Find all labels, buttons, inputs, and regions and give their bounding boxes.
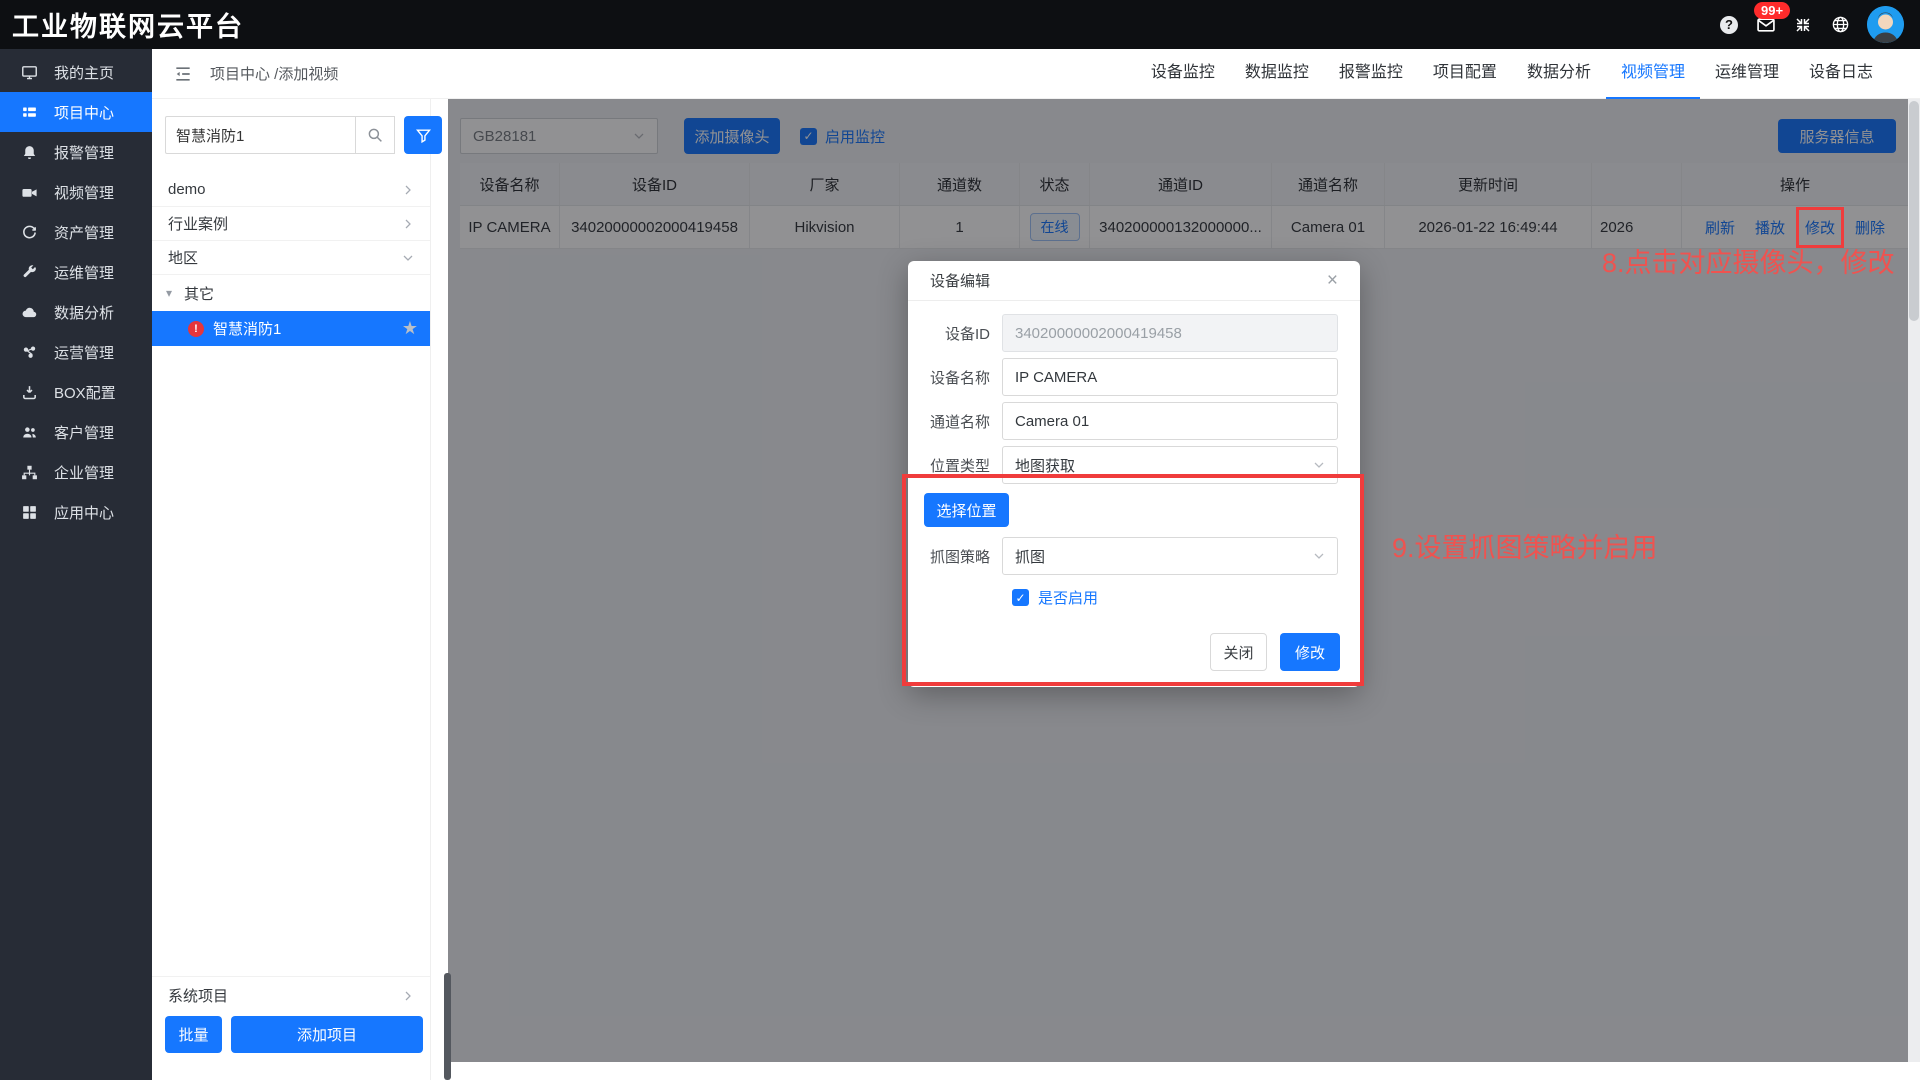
chevron-down-icon — [1313, 550, 1325, 562]
device-name-label: 设备名称 — [930, 367, 1002, 388]
th-large-icon — [21, 504, 38, 521]
bell-icon — [21, 144, 38, 161]
cloud-icon — [21, 304, 38, 321]
chevron-right-icon — [402, 218, 414, 230]
close-icon[interactable]: × — [1327, 270, 1338, 292]
app-title: 工业物联网云平台 — [12, 5, 244, 44]
channel-name-label: 通道名称 — [930, 411, 1002, 432]
users-icon — [21, 424, 38, 441]
enable-checkbox-row[interactable]: ✓ 是否启用 — [1012, 587, 1360, 608]
project-tree-panel: demo 行业案例 地区 ▾ 其它 ! 智慧消防1 ★ 系统项目 批量 添加项目 — [152, 99, 431, 1080]
annotation-step8: 8.点击对应摄像头，修改 — [1602, 241, 1895, 280]
modal-title: 设备编辑 — [930, 270, 990, 291]
location-type-label: 位置类型 — [930, 455, 1002, 476]
list-grid-icon — [21, 104, 38, 121]
nav-data-monitor[interactable]: 数据监控 — [1230, 49, 1324, 99]
nav-alarm-monitor[interactable]: 报警监控 — [1324, 49, 1418, 99]
chevron-right-icon — [402, 184, 414, 196]
message-count-badge: 99+ — [1754, 2, 1790, 19]
tree-item-demo[interactable]: demo — [152, 173, 430, 207]
annotation-step9: 9.设置抓图策略并启用 — [1392, 526, 1658, 565]
sidebar-item-operations[interactable]: 运营管理 — [0, 332, 152, 372]
project-search-input[interactable] — [165, 116, 355, 154]
nav-maintenance[interactable]: 运维管理 — [1700, 49, 1794, 99]
sitemap-icon — [21, 464, 38, 481]
sidebar-item-enterprise[interactable]: 企业管理 — [0, 452, 152, 492]
sidebar-item-home[interactable]: 我的主页 — [0, 52, 152, 92]
content-scrollbar-thumb[interactable] — [1909, 101, 1919, 321]
search-button[interactable] — [355, 116, 395, 154]
main-sidebar: 我的主页 项目中心 报警管理 视频管理 资产管理 运维管理 数据分析 运营管理 … — [0, 49, 152, 1080]
nav-video-management[interactable]: 视频管理 — [1606, 49, 1700, 99]
tree-item-selected-project[interactable]: ! 智慧消防1 ★ — [152, 311, 430, 346]
nav-project-config[interactable]: 项目配置 — [1418, 49, 1512, 99]
device-id-field — [1002, 314, 1338, 352]
share-nodes-icon — [21, 344, 38, 361]
device-id-label: 设备ID — [930, 323, 1002, 344]
video-camera-icon — [21, 184, 38, 201]
top-nav-menu: 设备监控 数据监控 报警监控 项目配置 数据分析 视频管理 运维管理 设备日志 — [1136, 49, 1888, 99]
funnel-icon — [415, 127, 432, 144]
search-icon — [366, 126, 384, 144]
sidebar-item-data-analysis[interactable]: 数据分析 — [0, 292, 152, 332]
system-projects-row[interactable]: 系统项目 — [152, 976, 430, 1014]
chevron-right-icon — [402, 990, 414, 1002]
capture-strategy-select[interactable]: 抓图 — [1002, 537, 1338, 575]
checkbox-checked-icon[interactable]: ✓ — [1012, 589, 1029, 606]
breadcrumb: 项目中心 /添加视频 — [210, 63, 338, 84]
caret-down-icon: ▾ — [166, 286, 172, 300]
project-tree: demo 行业案例 地区 ▾ 其它 ! 智慧消防1 ★ — [152, 173, 430, 346]
workspace-navbar: 项目中心 /添加视频 设备监控 数据监控 报警监控 项目配置 数据分析 视频管理… — [152, 49, 1920, 99]
chevron-down-icon — [1313, 459, 1325, 471]
language-globe-icon[interactable] — [1830, 15, 1850, 35]
download-icon — [21, 384, 38, 401]
header-actions: ? 99+ — [1719, 0, 1904, 49]
capture-strategy-label: 抓图策略 — [930, 546, 1002, 567]
nav-data-analysis[interactable]: 数据分析 — [1512, 49, 1606, 99]
exit-fullscreen-icon[interactable] — [1793, 15, 1813, 35]
favorite-star-icon[interactable]: ★ — [402, 318, 418, 339]
device-name-field[interactable] — [1002, 358, 1338, 396]
chevron-down-icon — [402, 252, 414, 264]
nav-device-log[interactable]: 设备日志 — [1794, 49, 1888, 99]
sidebar-item-assets[interactable]: 资产管理 — [0, 212, 152, 252]
sidebar-item-project-center[interactable]: 项目中心 — [0, 92, 152, 132]
batch-button[interactable]: 批量 — [165, 1016, 222, 1053]
tree-item-industry-cases[interactable]: 行业案例 — [152, 207, 430, 241]
modify-link[interactable]: 修改 — [1805, 217, 1835, 238]
modify-button[interactable]: 修改 — [1280, 633, 1340, 671]
help-icon[interactable]: ? — [1719, 15, 1739, 35]
collapse-menu-icon[interactable] — [173, 64, 193, 84]
user-avatar[interactable] — [1867, 6, 1904, 43]
wrench-icon — [21, 264, 38, 281]
close-button[interactable]: 关闭 — [1210, 633, 1267, 671]
alert-dot-icon: ! — [188, 321, 204, 337]
location-type-select[interactable]: 地图获取 — [1002, 446, 1338, 484]
select-location-button[interactable]: 选择位置 — [924, 493, 1009, 527]
top-header-bar: 工业物联网云平台 ? 99+ — [0, 0, 1920, 49]
monitor-icon — [21, 64, 38, 81]
sidebar-item-app-center[interactable]: 应用中心 — [0, 492, 152, 532]
sidebar-item-customers[interactable]: 客户管理 — [0, 412, 152, 452]
sidebar-item-alarm[interactable]: 报警管理 — [0, 132, 152, 172]
sidebar-item-maintenance[interactable]: 运维管理 — [0, 252, 152, 292]
vertical-scrollbar-thumb[interactable] — [444, 973, 451, 1080]
tree-item-region[interactable]: 地区 — [152, 241, 430, 275]
tree-group-other[interactable]: ▾ 其它 — [152, 275, 430, 311]
add-project-button[interactable]: 添加项目 — [231, 1016, 423, 1053]
messages-icon[interactable]: 99+ — [1756, 15, 1776, 35]
recycle-icon — [21, 224, 38, 241]
sidebar-item-box-config[interactable]: BOX配置 — [0, 372, 152, 412]
nav-device-monitor[interactable]: 设备监控 — [1136, 49, 1230, 99]
sidebar-item-video[interactable]: 视频管理 — [0, 172, 152, 212]
filter-button[interactable] — [404, 116, 442, 154]
device-edit-modal: 设备编辑 × 设备ID 设备名称 通道名称 位置类型 地图获取 选择位置 抓图策… — [908, 261, 1360, 687]
channel-name-field[interactable] — [1002, 402, 1338, 440]
